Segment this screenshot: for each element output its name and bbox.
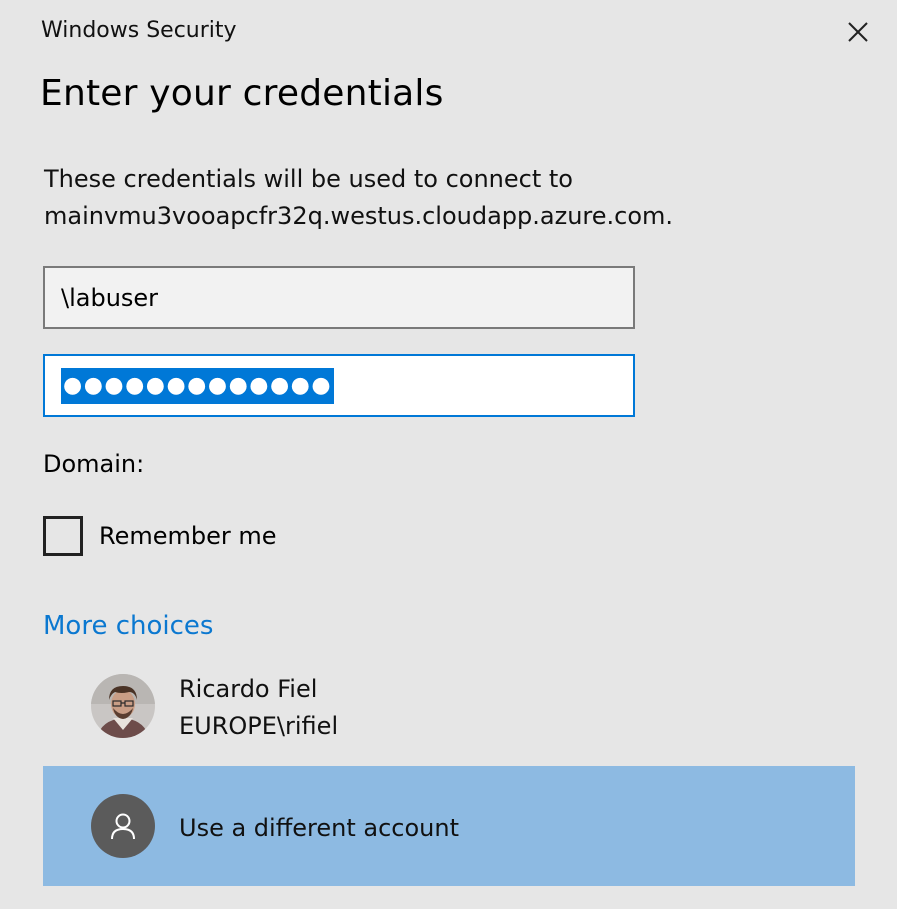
dialog-heading: Enter your credentials — [40, 73, 444, 114]
different-account-text: Use a different account — [179, 810, 459, 847]
close-button[interactable] — [836, 10, 880, 54]
person-icon — [111, 813, 135, 840]
saved-account-text: Ricardo Fiel EUROPE\rifiel — [179, 671, 338, 745]
description-host: mainvmu3vooapcfr32q.westus.cloudapp.azur… — [44, 202, 674, 230]
use-different-account-option[interactable]: Use a different account — [43, 766, 855, 886]
remember-me-option[interactable]: Remember me — [43, 516, 277, 556]
password-field[interactable]: ●●●●●●●●●●●●● — [43, 354, 635, 417]
dialog-description: These credentials will be used to connec… — [44, 161, 864, 235]
description-line-1: These credentials will be used to connec… — [44, 165, 573, 193]
domain-label: Domain: — [43, 450, 145, 478]
password-masked-value: ●●●●●●●●●●●●● — [61, 367, 335, 404]
user-photo-avatar — [91, 674, 155, 738]
remember-me-checkbox[interactable] — [43, 516, 83, 556]
username-value: \labuser — [61, 283, 159, 312]
account-domain: EUROPE\rifiel — [179, 712, 339, 740]
account-option-saved[interactable]: Ricardo Fiel EUROPE\rifiel — [43, 664, 855, 750]
account-name: Ricardo Fiel — [179, 675, 318, 703]
use-different-account-label: Use a different account — [179, 814, 459, 842]
username-field[interactable]: \labuser — [43, 266, 635, 329]
windows-security-dialog: Windows Security Enter your credentials … — [0, 0, 897, 909]
close-icon — [848, 22, 868, 42]
more-choices-link[interactable]: More choices — [43, 608, 213, 644]
person-avatar — [91, 794, 155, 858]
remember-me-label: Remember me — [99, 522, 277, 550]
window-title: Windows Security — [41, 18, 237, 43]
